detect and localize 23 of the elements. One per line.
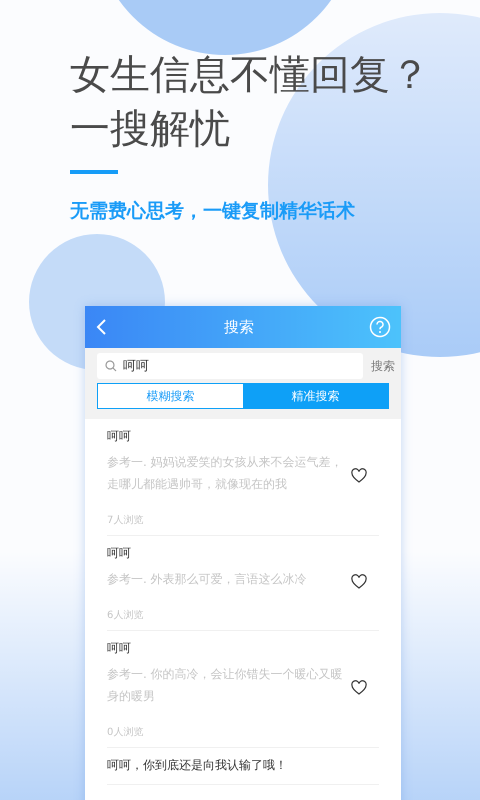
search-field[interactable]: 呵呵	[97, 353, 363, 379]
view-count: 7人浏览	[107, 514, 144, 527]
result-text: 参考一. 外表那么可爱，言语这么冰冷	[107, 571, 308, 588]
accent-bar	[70, 170, 118, 174]
heart-icon[interactable]	[351, 467, 367, 485]
heart-icon[interactable]	[351, 679, 367, 697]
result-title: 呵呵	[107, 640, 132, 657]
result-title: 呵呵，你到底还是向我认输了哦！	[107, 757, 288, 774]
headline: 女生信息不懂回复？	[70, 51, 431, 100]
view-count: 0人浏览	[107, 726, 144, 739]
result-title: 呵呵	[107, 428, 132, 445]
heart-icon[interactable]	[351, 573, 367, 591]
view-count: 6人浏览	[107, 608, 144, 622]
search-icon	[105, 360, 117, 372]
headline: 一搜解忧	[70, 105, 231, 154]
search-mode-tab[interactable]: 精准搜索	[243, 384, 388, 408]
search-mode-tab[interactable]: 模糊搜索	[98, 384, 243, 408]
result-text: 参考一. 你的高冷，会让你错失一个暖心又暖身的暖男	[107, 666, 343, 705]
screen-title: 搜索	[224, 318, 254, 336]
result-text: 参考一. 妈妈说爱笑的女孩从来不会运气差，走哪儿都能遇帅哥，就像现在的我	[107, 454, 343, 493]
subtitle: 无需费心思考，一键复制精华话术	[70, 199, 356, 224]
result-title: 呵呵	[107, 545, 132, 562]
search-button[interactable]: 搜索	[371, 358, 395, 374]
